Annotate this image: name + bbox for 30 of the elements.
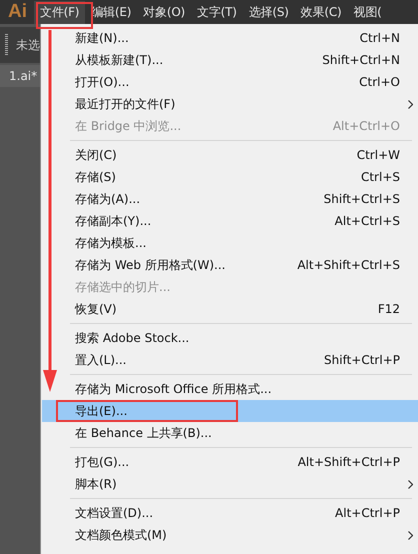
menu-item[interactable]: 存储(S) Ctrl+S: [42, 166, 418, 188]
menu-item[interactable]: 新建(N)... Ctrl+N: [42, 27, 418, 49]
menu-item[interactable]: 存储副本(Y)... Alt+Ctrl+S: [42, 210, 418, 232]
menu-item[interactable]: 从模板新建(T)... Shift+Ctrl+N: [42, 49, 418, 71]
menu-item[interactable]: 在 Behance 上共享(B)...: [42, 422, 418, 444]
menu-item[interactable]: 导出(E)...: [42, 400, 418, 422]
menu-item[interactable]: 置入(L)... Shift+Ctrl+P: [42, 349, 418, 371]
selection-status: 未选: [16, 36, 40, 54]
menu-bar-item[interactable]: 效果(C): [294, 0, 348, 24]
menu-bar-item[interactable]: 选择(S): [242, 0, 295, 24]
menu-item[interactable]: 文档颜色模式(M): [42, 524, 418, 546]
menu-item[interactable]: 存储为 Web 所用格式(W)... Alt+Shift+Ctrl+S: [42, 254, 418, 276]
menu-item[interactable]: 脚本(R): [42, 473, 418, 495]
menu-item[interactable]: 恢复(V) F12: [42, 298, 418, 320]
menu-item[interactable]: 搜索 Adobe Stock...: [42, 327, 418, 349]
menu-item[interactable]: 存储为模板...: [42, 232, 418, 254]
menu-item[interactable]: 关闭(C) Ctrl+W: [42, 144, 418, 166]
menu-item[interactable]: 文档设置(D)... Alt+Ctrl+P: [42, 502, 418, 524]
menu-item[interactable]: 最近打开的文件(F): [42, 93, 418, 115]
highlight-box: [36, 2, 93, 29]
menu-bar-item[interactable]: 对象(O): [137, 0, 192, 24]
document-tab[interactable]: 1.ai*: [0, 65, 40, 87]
menu-bar-item[interactable]: 文字(T): [191, 0, 243, 24]
menu-item[interactable]: 存储为 Microsoft Office 所用格式...: [42, 378, 418, 400]
menu-item[interactable]: 存储为(A)... Shift+Ctrl+S: [42, 188, 418, 210]
menu-item[interactable]: 打开(O)... Ctrl+O: [42, 71, 418, 93]
menu-bar-item[interactable]: 视图(: [347, 0, 388, 24]
menu-item[interactable]: 打包(G)... Alt+Shift+Ctrl+P: [42, 451, 418, 473]
app-logo: Ai: [7, 1, 28, 23]
grip-icon[interactable]: [5, 34, 8, 56]
